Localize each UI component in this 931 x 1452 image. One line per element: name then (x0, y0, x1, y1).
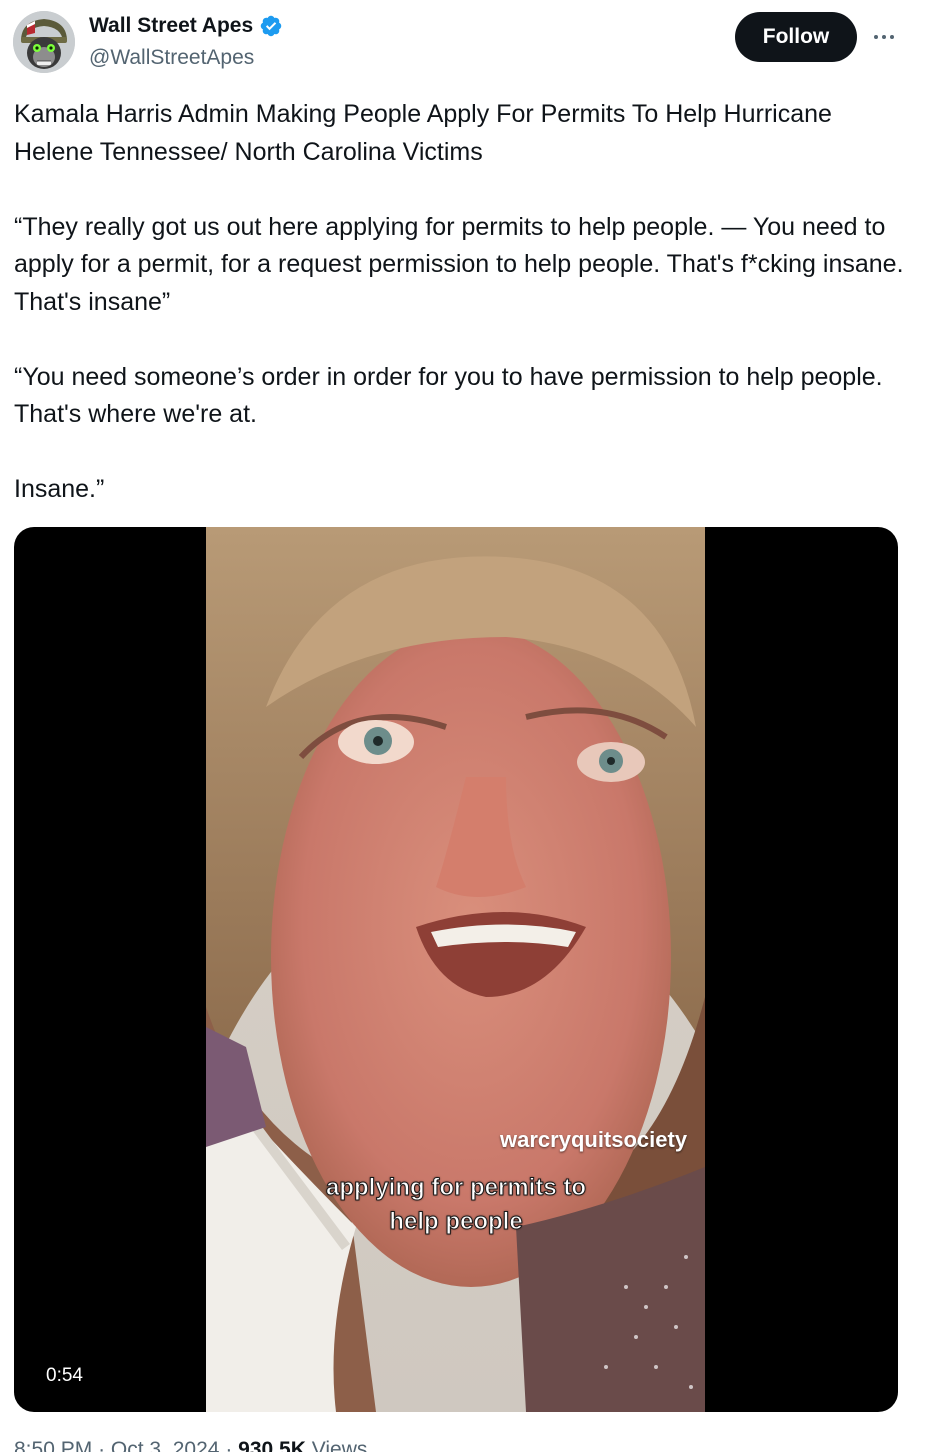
video-frame (206, 527, 705, 1412)
tweet-body: Kamala Harris Admin Making People Apply … (14, 96, 914, 509)
video-thumbnail-image (206, 527, 705, 1412)
more-dot (882, 35, 886, 39)
tweet-paragraph: “You need someone’s order in order for y… (14, 362, 883, 429)
tweet-page: Wall Street Apes @WallStreetApes Follow … (0, 0, 931, 1452)
views-count: 930.5K (238, 1438, 306, 1452)
ape-avatar-icon (13, 11, 75, 73)
author-display-name[interactable]: Wall Street Apes (89, 12, 253, 40)
video-player[interactable]: warcryquitsociety applying for permits t… (14, 527, 898, 1412)
top-edge (0, 0, 931, 4)
author-avatar[interactable] (13, 11, 75, 73)
views-label: Views (311, 1438, 368, 1452)
tweet-paragraph: Insane.” (14, 475, 105, 503)
author-name-row: Wall Street Apes (89, 12, 283, 40)
video-caption: applying for permits to help people (325, 1174, 586, 1236)
tweet-time[interactable]: 8:50 PM (14, 1438, 92, 1452)
tweet-date[interactable]: Oct 3, 2024 (111, 1438, 220, 1452)
video-duration-badge: 0:54 (34, 1360, 95, 1392)
tweet-meta-row: 8:50 PM · Oct 3, 2024 · 930.5K Views (14, 1436, 367, 1452)
more-options-icon[interactable] (866, 22, 902, 52)
video-watermark: warcryquitsociety (500, 1127, 688, 1152)
verified-badge-icon (260, 15, 282, 37)
more-dot (890, 35, 894, 39)
author-handle[interactable]: @WallStreetApes (89, 45, 254, 71)
follow-button[interactable]: Follow (735, 12, 857, 62)
meta-separator: · (225, 1438, 233, 1452)
tweet-paragraph: “They really got us out here applying fo… (14, 212, 904, 316)
meta-separator: · (98, 1438, 106, 1452)
more-dot (874, 35, 878, 39)
tweet-paragraph: Kamala Harris Admin Making People Apply … (14, 100, 832, 166)
